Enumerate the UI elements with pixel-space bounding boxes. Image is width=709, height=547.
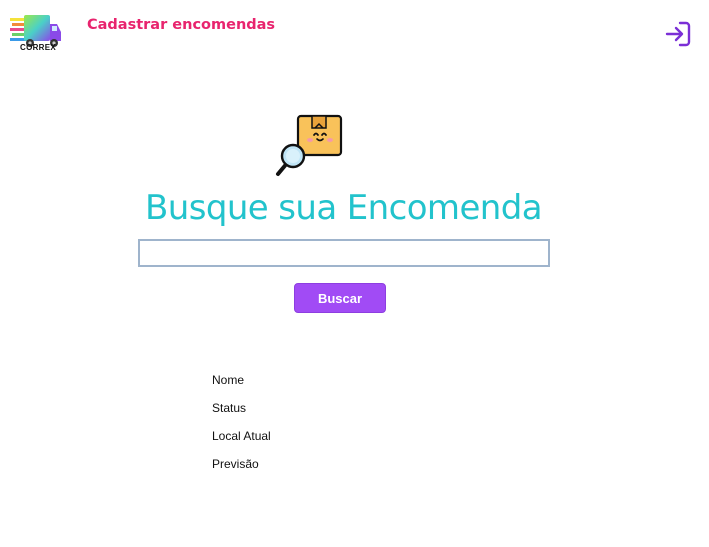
results-panel: Nome Status Local Atual Previsão bbox=[212, 373, 271, 485]
enter-arrow-icon bbox=[665, 21, 691, 47]
result-label-status: Status bbox=[212, 401, 247, 415]
search-input[interactable] bbox=[138, 239, 550, 267]
result-label-previsao: Previsão bbox=[212, 457, 259, 471]
package-search-icon bbox=[274, 112, 346, 178]
logo-text: CORREX bbox=[20, 43, 57, 52]
search-button[interactable]: Buscar bbox=[294, 283, 386, 313]
page: CORREX Cadastrar encomendas Busque sua E… bbox=[0, 0, 709, 547]
page-title: Busque sua Encomenda bbox=[145, 188, 542, 228]
login-icon[interactable] bbox=[664, 20, 692, 48]
package-icon bbox=[276, 114, 343, 176]
nav-link-cadastrar-encomendas[interactable]: Cadastrar encomendas bbox=[87, 17, 275, 33]
result-label-local-atual: Local Atual bbox=[212, 429, 271, 443]
result-label-nome: Nome bbox=[212, 373, 245, 387]
